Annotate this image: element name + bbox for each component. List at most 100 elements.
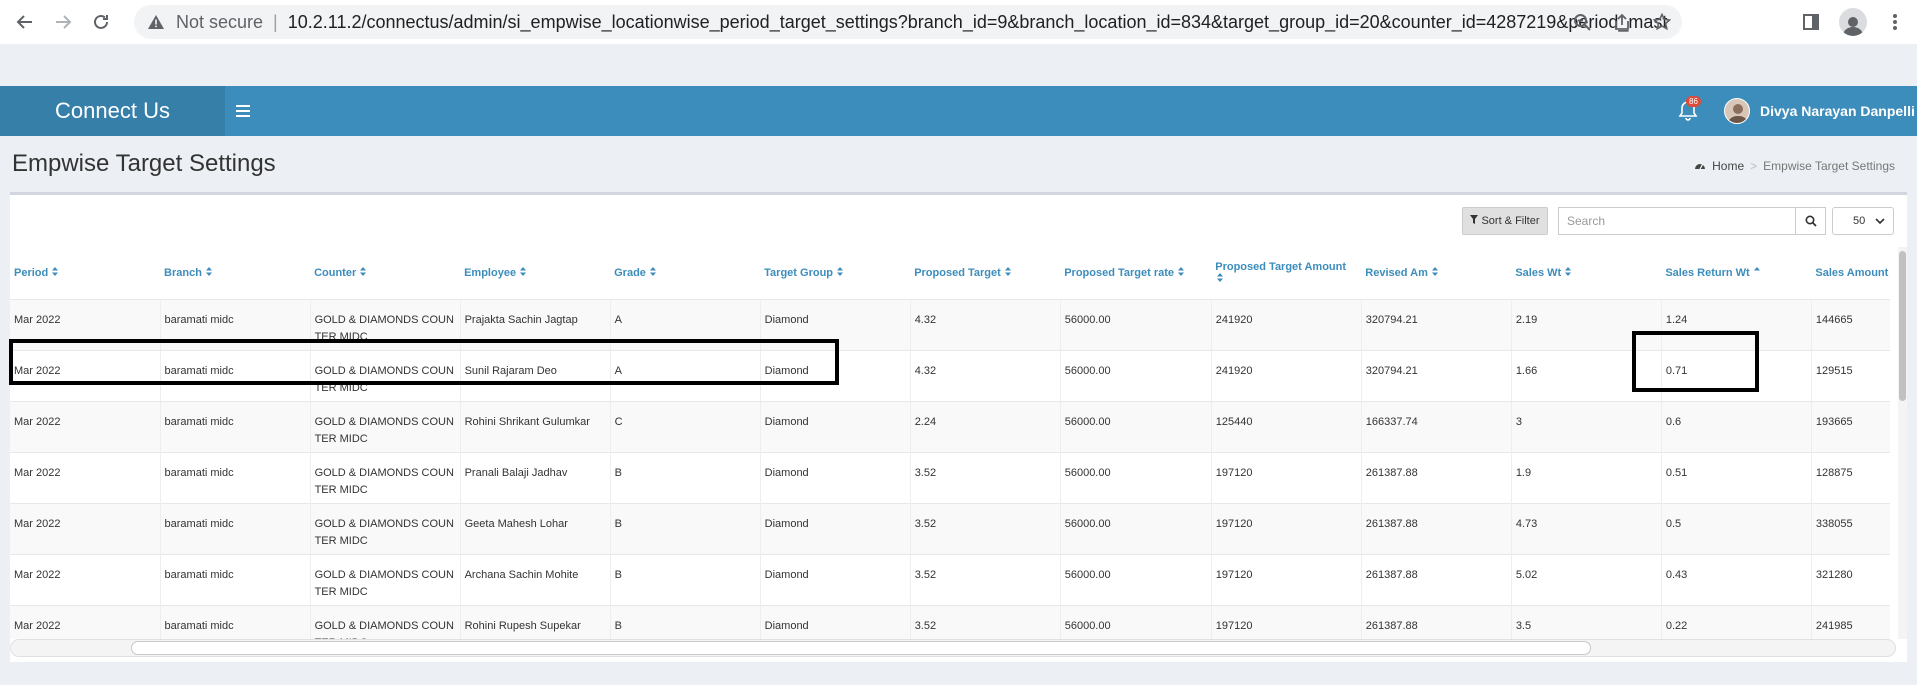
chevron-down-icon [1875,216,1885,228]
hamburger-menu-icon[interactable] [236,86,258,136]
cell-sales-amount: 321280 [1811,553,1890,605]
horizontal-scrollbar[interactable] [10,639,1896,657]
browser-toolbar: Not secure | 10.2.11.2/connectus/admin/s… [0,0,1917,44]
forward-icon[interactable] [44,3,82,41]
table-row[interactable]: Mar 2022 baramati midc GOLD & DIAMONDS COU… [10,400,1890,452]
warning-icon[interactable] [144,10,168,34]
cell-revised-amount: 320794.21 [1361,298,1512,350]
sort-icon[interactable] [1178,266,1185,279]
col-header-sales-wt[interactable]: Sales Wt [1511,247,1661,299]
col-header-label: Proposed Target rate [1064,266,1175,279]
col-header-revised-amount[interactable]: Revised Am [1361,247,1511,299]
cell-target-group: Diamond [760,502,911,554]
sort-icon[interactable] [649,266,656,279]
sort-icon[interactable] [837,266,844,279]
col-header-period[interactable]: Period [10,247,160,299]
sort-icon[interactable] [205,266,212,279]
sort-icon[interactable] [1004,266,1011,279]
cell-proposed-target: 2.24 [910,400,1061,452]
user-name[interactable]: Divya Narayan Danpelli [1760,86,1915,136]
cell-period: Mar 2022 [10,604,161,639]
col-header-label: Employee [464,266,517,279]
table-row[interactable]: Mar 2022 baramati midc GOLD & DIAMONDS COU… [10,604,1890,639]
col-header-label: Sales Amount [1815,266,1889,279]
breadcrumb-separator: > [1750,159,1758,173]
sort-icon[interactable] [360,266,367,279]
cell-sales-wt: 4.73 [1511,502,1662,554]
dashboard-icon [1694,159,1706,173]
cell-revised-amount: 261387.88 [1361,553,1512,605]
col-header-label: Counter [314,266,357,279]
col-header-branch[interactable]: Branch [160,247,310,299]
cell-employee: Archana Sachin Mohite [460,553,611,605]
side-panel-icon[interactable] [1790,13,1832,31]
cell-proposed-target: 4.32 [910,298,1061,350]
bookmark-star-icon[interactable] [1642,13,1682,31]
col-header-label: Target Group [764,266,834,279]
page-size-select[interactable]: 50 [1832,207,1894,235]
cell-sales-wt: 5.02 [1511,553,1662,605]
cell-employee: Rohini Shrikant Gulumkar [460,400,611,452]
cell-proposed-target-amount: 197120 [1211,451,1362,503]
filter-icon [1470,215,1479,227]
table-row[interactable]: Mar 2022 baramati midc GOLD & DIAMONDS COU… [10,451,1890,503]
zoom-icon[interactable] [1562,13,1602,31]
back-icon[interactable] [6,3,44,41]
app-header: Connect Us Divya Narayan Danpelli [0,86,1917,136]
cell-counter: GOLD & DIAMONDS COUN TER MIDC [310,604,461,639]
col-header-counter[interactable]: Counter [310,247,460,299]
col-header-target-group[interactable]: Target Group [760,247,910,299]
cell-proposed-target: 3.52 [910,604,1061,639]
sort-icon[interactable] [1431,266,1438,279]
highlight-box-cell [1632,331,1759,392]
security-label: Not secure [176,11,264,32]
share-icon[interactable] [1602,13,1642,31]
col-header-proposed-target-rate[interactable]: Proposed Target rate [1060,247,1211,299]
table-header-row: Period Branch Counter Employee Grade Tar… [10,247,1890,299]
col-header-label: Revised Am [1365,266,1428,279]
vertical-scrollbar-thumb[interactable] [1899,251,1906,401]
cell-branch: baramati midc [160,400,311,452]
page-title: Empwise Target Settings [12,150,276,177]
table-row[interactable]: Mar 2022 baramati midc GOLD & DIAMONDS COU… [10,553,1890,605]
sort-icon[interactable] [520,266,527,279]
search-input[interactable] [1558,207,1796,235]
cell-proposed-target-rate: 56000.00 [1060,349,1212,401]
cell-counter: GOLD & DIAMONDS COUN TER MIDC [310,451,461,503]
cell-revised-amount: 320794.21 [1361,349,1512,401]
url-text[interactable]: 10.2.11.2/connectus/admin/si_empwise_loc… [288,12,1668,33]
cell-sales-amount: 144665 [1811,298,1890,350]
cell-sales-amount: 193665 [1811,400,1890,452]
col-header-label: Branch [164,266,202,279]
col-header-grade[interactable]: Grade [610,247,760,299]
col-header-sales-return-wt[interactable]: Sales Return Wt [1661,247,1811,299]
search-icon [1804,215,1817,227]
cell-sales-return-wt: 0.43 [1661,553,1812,605]
sort-icon[interactable] [1565,266,1572,279]
cell-grade: B [610,451,761,503]
horizontal-scrollbar-thumb[interactable] [131,641,1591,655]
sort-icon[interactable] [52,266,59,279]
vertical-scrollbar[interactable] [1898,247,1907,639]
cell-sales-return-wt: 0.51 [1661,451,1812,503]
sort-asc-icon[interactable] [1753,266,1760,279]
user-avatar[interactable] [1724,98,1750,124]
col-header-proposed-target-amount[interactable]: Proposed Target Amount [1211,247,1361,299]
col-header-employee[interactable]: Employee [460,247,610,299]
search-button[interactable] [1796,207,1826,235]
cell-proposed-target-rate: 56000.00 [1060,298,1212,350]
sort-icon[interactable] [1217,272,1224,285]
cell-sales-amount: 128875 [1811,451,1890,503]
app-logo[interactable]: Connect Us [0,86,225,136]
profile-icon[interactable] [1832,8,1874,36]
table-row[interactable]: Mar 2022 baramati midc GOLD & DIAMONDS COU… [10,502,1890,554]
sort-filter-button[interactable]: Sort & Filter [1462,207,1548,235]
col-header-sales-amount[interactable]: Sales Amount [1811,247,1890,299]
address-separator: | [273,11,278,32]
breadcrumb-home[interactable]: Home [1712,159,1744,173]
cell-sales-amount: 338055 [1811,502,1890,554]
menu-kebab-icon[interactable] [1874,13,1916,31]
address-bar[interactable]: Not secure | 10.2.11.2/connectus/admin/s… [134,5,1682,39]
reload-icon[interactable] [82,3,120,41]
col-header-proposed-target[interactable]: Proposed Target [910,247,1060,299]
